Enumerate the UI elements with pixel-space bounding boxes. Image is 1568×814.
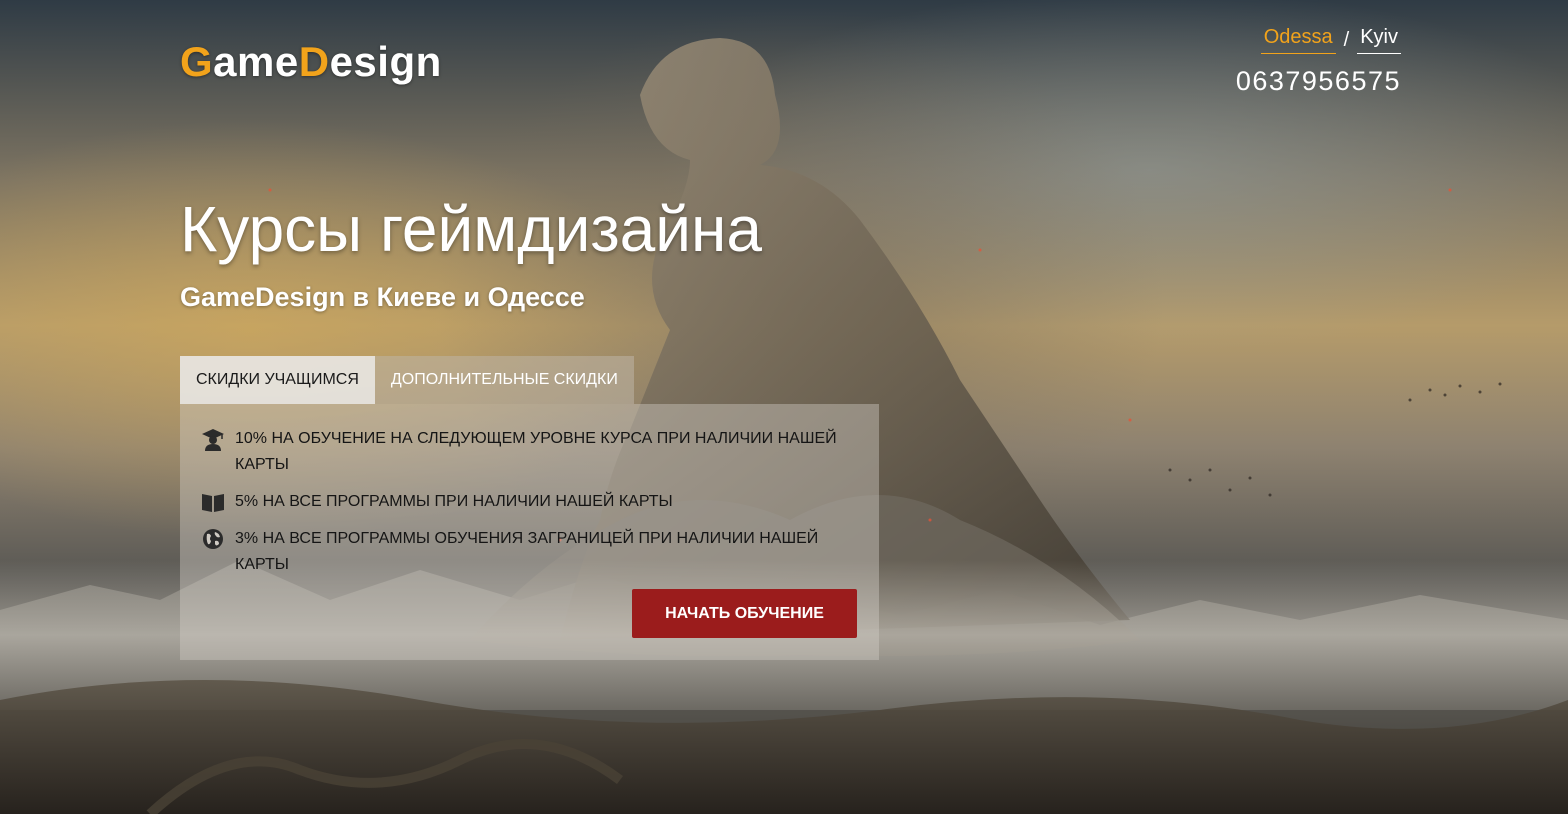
logo-letter-d: D (298, 38, 330, 85)
book-icon (200, 489, 226, 515)
page-subtitle: GameDesign в Киеве и Одессе (180, 282, 585, 312)
city-switcher: Odessa / Kyiv (1260, 26, 1401, 54)
city-link-kyiv[interactable]: Kyiv (1357, 26, 1401, 54)
list-item: 5% НА ВСЕ ПРОГРАММЫ ПРИ НАЛИЧИИ НАШЕЙ КА… (200, 489, 855, 515)
discount-panel: 10% НА ОБУЧЕНИЕ НА СЛЕДУЮЩЕМ УРОВНЕ КУРС… (180, 404, 879, 660)
city-link-odessa[interactable]: Odessa (1260, 26, 1336, 54)
logo-text-ame: ame (213, 38, 299, 85)
tab-additional-discounts[interactable]: ДОПОЛНИТЕЛЬНЫЕ СКИДКИ (374, 356, 634, 404)
offer-text: 5% НА ВСЕ ПРОГРАММЫ ПРИ НАЛИЧИИ НАШЕЙ КА… (235, 493, 673, 510)
landing-page: GameDesign Odessa / Kyiv 0637956575 Курс… (0, 0, 1568, 814)
brand-logo[interactable]: GameDesign (180, 38, 442, 86)
offer-text: 10% НА ОБУЧЕНИЕ НА СЛЕДУЮЩЕМ УРОВНЕ КУРС… (235, 430, 837, 473)
start-learning-button[interactable]: НАЧАТЬ ОБУЧЕНИЕ (632, 589, 857, 638)
city-separator: / (1343, 28, 1350, 51)
list-item: 10% НА ОБУЧЕНИЕ НА СЛЕДУЮЩЕМ УРОВНЕ КУРС… (200, 426, 855, 478)
logo-text-esign: esign (329, 38, 442, 85)
globe-icon (200, 526, 226, 552)
graduate-icon (200, 426, 226, 452)
phone-number[interactable]: 0637956575 (1236, 66, 1401, 97)
offer-text: 3% НА ВСЕ ПРОГРАММЫ ОБУЧЕНИЯ ЗАГРАНИЦЕЙ … (235, 530, 819, 573)
logo-letter-g: G (180, 38, 214, 85)
list-item: 3% НА ВСЕ ПРОГРАММЫ ОБУЧЕНИЯ ЗАГРАНИЦЕЙ … (200, 526, 855, 578)
page-title: Курсы геймдизайна (180, 193, 762, 265)
tab-student-discounts[interactable]: СКИДКИ УЧАЩИМСЯ (180, 356, 375, 404)
discount-tabs: СКИДКИ УЧАЩИМСЯ ДОПОЛНИТЕЛЬНЫЕ СКИДКИ (180, 356, 634, 404)
